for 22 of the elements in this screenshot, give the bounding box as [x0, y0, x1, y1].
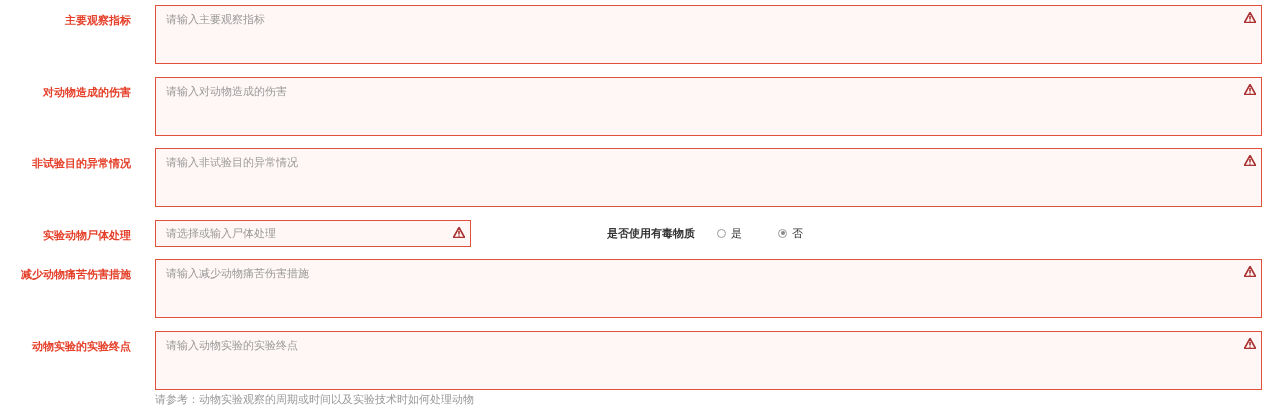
field-label: 非试验目的异常情况 — [31, 156, 131, 172]
radio-option[interactable]: 是 — [717, 225, 742, 241]
field-label: 对动物造成的伤害 — [42, 84, 131, 101]
hint-text: 请参考：动物实验观察的周期或时间以及实验技术时如何处理动物 — [155, 391, 475, 407]
text-area[interactable]: 请输入减少动物痛苦伤害措施 — [155, 259, 1262, 318]
text-area[interactable]: 请输入非试验目的异常情况 — [155, 148, 1262, 207]
warning-icon — [1244, 12, 1256, 23]
field-label: 是否使用有毒物质 — [607, 225, 695, 241]
text-area[interactable]: 请输入动物实验的实验终点 — [155, 330, 1262, 390]
field-label: 动物实验的实验终点 — [31, 338, 131, 355]
warning-icon — [1244, 83, 1256, 95]
warning-icon — [1244, 266, 1256, 277]
warning-icon — [453, 226, 465, 238]
warning-icon — [1244, 337, 1256, 349]
field-label: 减少动物痛苦伤害措施 — [20, 267, 131, 283]
field-label: 实验动物尸体处理 — [42, 227, 131, 244]
text-area[interactable]: 请输入主要观察指标 — [155, 5, 1262, 64]
combo-field[interactable]: 请选择或输入尸体处理 — [155, 219, 471, 247]
field-label: 主要观察指标 — [64, 13, 131, 29]
radio-option[interactable]: 否 — [778, 225, 803, 241]
text-area[interactable]: 请输入对动物造成的伤害 — [155, 76, 1262, 136]
warning-icon — [1244, 155, 1256, 166]
